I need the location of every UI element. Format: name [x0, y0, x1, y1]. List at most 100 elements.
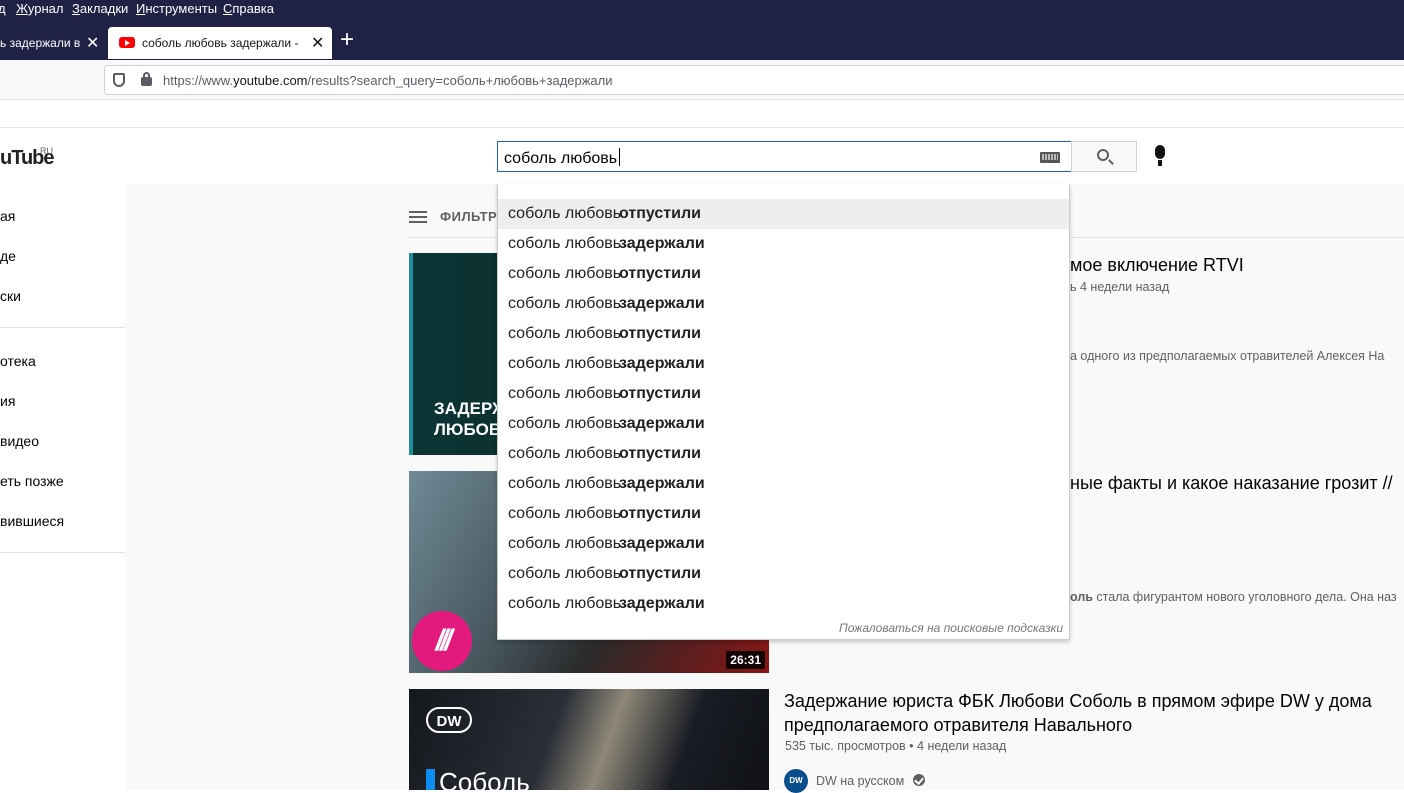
sidebar-divider [0, 552, 125, 553]
search-suggestion[interactable]: соболь любовь задержали [498, 469, 1069, 499]
search-suggestion[interactable]: соболь любовь задержали [498, 529, 1069, 559]
suggestion-query: соболь любовь [508, 235, 622, 252]
video-title-line2[interactable]: предполагаемого отравителя Навального [784, 713, 1132, 737]
tab-title: соболь любовь задержали - Y [142, 36, 302, 50]
suggestion-query: соболь любовь [508, 385, 622, 402]
menu-item-history[interactable]: Журнал [16, 1, 63, 16]
video-description: а одного из предполагаемых отравителей А… [1070, 349, 1385, 363]
description-highlight: оль [1070, 590, 1093, 604]
search-icon [1097, 149, 1109, 161]
suggestion-completion: отпустили [619, 325, 701, 342]
url-text[interactable]: https://www.youtube.com/results?search_q… [163, 73, 613, 88]
suggestion-completion: отпустили [619, 265, 701, 282]
search-suggestion[interactable]: соболь любовь отпустили [498, 259, 1069, 289]
close-tab-icon[interactable]: ✕ [86, 33, 99, 53]
channel-name[interactable]: DW на русском [816, 774, 904, 788]
url-prefix: https://www. [163, 73, 234, 88]
sidebar-item-watch-later[interactable]: еть позже [0, 473, 64, 489]
video-title[interactable]: Задержание юриста ФБК Любови Соболь в пр… [784, 689, 1372, 713]
thumbnail-accent-bar [426, 769, 435, 790]
browser-tab[interactable]: ь задержали в ✕ [0, 27, 106, 59]
browser-tab-active[interactable]: соболь любовь задержали - Y ✕ [108, 27, 332, 59]
sidebar-item-home[interactable]: ая [0, 208, 15, 224]
search-suggestion[interactable]: соболь любовь отпустили [498, 379, 1069, 409]
thumbnail-text: Соболь [439, 767, 530, 790]
text-caret [619, 148, 621, 166]
filter-label: ФИЛЬТР [440, 209, 498, 224]
sidebar-item-subscriptions[interactable]: ски [0, 288, 21, 304]
suggestion-completion: задержали [619, 355, 705, 372]
suggestion-query: соболь любовь [508, 205, 622, 222]
suggestion-query: соболь любовь [508, 595, 622, 612]
search-suggestion[interactable]: соболь любовь отпустили [498, 559, 1069, 589]
suggestion-query: соболь любовь [508, 265, 622, 282]
sidebar-item-library[interactable]: отека [0, 353, 36, 369]
suggestion-query: соболь любовь [508, 535, 622, 552]
search-suggestion[interactable]: соболь любовь отпустили [498, 319, 1069, 349]
lock-icon[interactable] [141, 72, 152, 86]
suggestion-completion: задержали [619, 235, 705, 252]
video-thumbnail[interactable]: DW Соболь [409, 689, 769, 790]
youtube-header: uTube RU соболь любовь [0, 127, 1404, 184]
menu-item-view[interactable]: д [0, 1, 6, 16]
search-input[interactable]: соболь любовь [497, 141, 1072, 172]
microphone-icon[interactable] [1155, 145, 1165, 166]
dw-logo: DW [426, 707, 472, 733]
search-button[interactable] [1071, 141, 1137, 172]
search-suggestion[interactable]: соболь любовь отпустили [498, 199, 1069, 229]
search-suggestion[interactable]: соболь любовь отпустили [498, 439, 1069, 469]
video-title[interactable]: мое включение RTVI [1070, 253, 1244, 277]
suggestion-completion: отпустили [619, 565, 701, 582]
youtube-favicon-icon [119, 37, 135, 48]
new-tab-button[interactable]: + [340, 28, 354, 52]
tab-title: ь задержали в [0, 36, 81, 50]
video-meta: 535 тыс. просмотров • 4 недели назад [785, 739, 1007, 753]
browser-nav-bar: https://www.youtube.com/results?search_q… [0, 60, 1404, 100]
video-meta: ь 4 недели назад [1070, 280, 1170, 294]
suggestion-query: соболь любовь [508, 355, 622, 372]
search-suggestion[interactable]: соболь любовь отпустили [498, 499, 1069, 529]
sidebar-divider [0, 327, 125, 328]
suggestion-query: соболь любовь [508, 505, 622, 522]
suggestion-completion: отпустили [619, 505, 701, 522]
channel-avatar[interactable]: DW [784, 769, 808, 793]
video-duration: 26:31 [726, 651, 765, 669]
sidebar-item-your-videos[interactable]: видео [0, 433, 39, 449]
sidebar-item-trending[interactable]: де [0, 248, 16, 264]
report-suggestions-link[interactable]: Пожаловаться на поисковые подсказки [839, 621, 1063, 635]
browser-menu-bar: д Журнал Закладки Инструменты Справка [0, 0, 1404, 18]
suggestion-query: соболь любовь [508, 475, 622, 492]
suggestion-completion: задержали [619, 295, 705, 312]
sidebar-item-history[interactable]: ия [0, 393, 15, 409]
menu-item-bookmarks[interactable]: Закладки [72, 1, 128, 16]
menu-item-help[interactable]: Справка [223, 1, 274, 16]
video-title[interactable]: ные факты и какое наказание грозит // [1070, 471, 1393, 495]
suggestion-completion: задержали [619, 595, 705, 612]
search-suggestion[interactable]: соболь любовь задержали [498, 409, 1069, 439]
suggestion-completion: задержали [619, 535, 705, 552]
url-path: /results?search_query=соболь+любовь+заде… [307, 73, 613, 88]
keyboard-icon[interactable] [1040, 152, 1060, 163]
search-query-text: соболь любовь [504, 150, 618, 167]
sidebar: ая де ски отека ия видео еть позже вивши… [0, 184, 125, 790]
suggestion-completion: задержали [619, 475, 705, 492]
verified-badge-icon [913, 774, 925, 786]
sidebar-item-liked[interactable]: вившиеся [0, 513, 64, 529]
url-bar[interactable]: https://www.youtube.com/results?search_q… [104, 65, 1404, 95]
suggestion-completion: отпустили [619, 385, 701, 402]
search-suggestion[interactable]: соболь любовь задержали [498, 229, 1069, 259]
video-description: оль стала фигурантом нового уголовного д… [1070, 590, 1397, 604]
tracking-protection-shield-icon[interactable] [113, 73, 125, 87]
search-input-value: соболь любовь [504, 148, 621, 168]
search-suggestion[interactable]: соболь любовь задержали [498, 289, 1069, 319]
description-text: стала фигурантом нового уголовного дела.… [1092, 590, 1397, 604]
menu-item-tools[interactable]: Инструменты [136, 1, 217, 16]
suggestion-completion: задержали [619, 415, 705, 432]
suggestion-query: соболь любовь [508, 325, 622, 342]
suggestion-query: соболь любовь [508, 565, 622, 582]
close-tab-icon[interactable]: ✕ [311, 33, 324, 53]
suggestion-query: соболь любовь [508, 295, 622, 312]
suggestion-query: соболь любовь [508, 445, 622, 462]
search-suggestion[interactable]: соболь любовь задержали [498, 589, 1069, 619]
search-suggestion[interactable]: соболь любовь задержали [498, 349, 1069, 379]
